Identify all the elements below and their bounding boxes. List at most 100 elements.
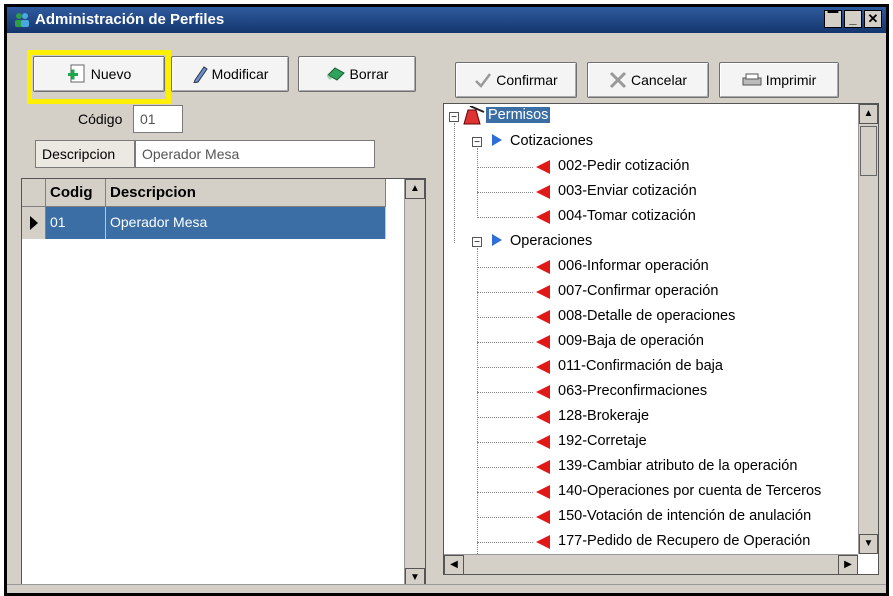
tree-horizontal-scrollbar[interactable]: ◀ ▶: [444, 554, 858, 574]
tree-line: [477, 292, 533, 293]
scroll-left-icon[interactable]: ◀: [444, 555, 464, 574]
codigo-label: Código: [78, 111, 123, 127]
collapse-toggle-operaciones[interactable]: −: [472, 237, 482, 248]
tree-line: [477, 517, 533, 518]
status-bar: [7, 584, 886, 593]
tree-item[interactable]: 011-Confirmación de baja: [558, 358, 723, 374]
collapse-toggle-root[interactable]: −: [449, 112, 459, 123]
codigo-column-header[interactable]: Codig: [46, 179, 106, 207]
modificar-button[interactable]: Modificar: [171, 56, 289, 92]
tree-item[interactable]: 128-Brokeraje: [558, 408, 649, 424]
permission-flag-icon: [536, 260, 550, 274]
tree-group-cotizaciones[interactable]: Cotizaciones: [510, 133, 593, 149]
profiles-window: Administración de Perfiles ▔ _ ✕ Nuevo M…: [4, 4, 889, 596]
tree-item[interactable]: 192-Corretaje: [558, 433, 647, 449]
collapse-toggle-cotizaciones[interactable]: −: [472, 137, 482, 148]
tree-line: [477, 217, 533, 218]
tree-line: [477, 267, 533, 268]
tree-line: [477, 342, 533, 343]
tree-item[interactable]: 063-Preconfirmaciones: [558, 383, 707, 399]
users-icon: [15, 13, 29, 27]
permission-flag-icon: [536, 510, 550, 524]
tree-item[interactable]: 004-Tomar cotización: [558, 208, 696, 224]
row-indicator: [22, 207, 46, 239]
printer-icon: [742, 73, 762, 86]
borrar-label: Borrar: [349, 66, 389, 82]
permission-flag-icon: [536, 285, 550, 299]
row-descripcion: Operador Mesa: [106, 207, 386, 239]
scroll-right-icon[interactable]: ▶: [838, 555, 858, 574]
row-codigo: 01: [46, 207, 106, 239]
tree-group-operaciones[interactable]: Operaciones: [510, 233, 592, 249]
tree-item[interactable]: 139-Cambiar atributo de la operación: [558, 458, 797, 474]
nuevo-button[interactable]: Nuevo: [33, 56, 165, 92]
scroll-down-icon[interactable]: ▼: [859, 534, 878, 554]
tree-item[interactable]: 007-Confirmar operación: [558, 283, 718, 299]
table-row[interactable]: 01 Operador Mesa: [22, 207, 386, 239]
new-document-icon: [67, 64, 85, 83]
restore-button[interactable]: ▔: [824, 10, 842, 28]
borrar-button[interactable]: Borrar: [298, 56, 416, 92]
tree-line: [477, 167, 533, 168]
pencil-icon: [193, 66, 208, 83]
window-title: Administración de Perfiles: [35, 11, 225, 28]
group-arrow-icon: [492, 134, 502, 146]
tree-item[interactable]: 003-Enviar cotización: [558, 183, 697, 199]
confirmar-label: Confirmar: [496, 72, 558, 88]
tree-item[interactable]: 177-Pedido de Recupero de Operación: [558, 533, 810, 549]
tree-vertical-scrollbar[interactable]: ▲ ▼: [858, 104, 878, 554]
permission-flag-icon: [536, 485, 550, 499]
permission-flag-icon: [536, 310, 550, 324]
permission-flag-icon: [536, 210, 550, 224]
permission-flag-icon: [536, 335, 550, 349]
close-button[interactable]: ✕: [864, 10, 882, 28]
tree-item[interactable]: 009-Baja de operación: [558, 333, 704, 349]
scroll-up-icon[interactable]: ▲: [405, 179, 425, 199]
tree-line: [477, 467, 533, 468]
cancelar-label: Cancelar: [630, 72, 688, 88]
modificar-label: Modificar: [211, 66, 269, 82]
tree-line: [477, 367, 533, 368]
tree-item[interactable]: 006-Informar operación: [558, 258, 709, 274]
permission-flag-icon: [536, 460, 550, 474]
permission-flag-icon: [536, 435, 550, 449]
tree-line: [477, 417, 533, 418]
tree-line: [477, 192, 533, 193]
tree-line: [454, 123, 455, 243]
scroll-thumb[interactable]: [860, 126, 877, 176]
tree-line: [477, 542, 533, 543]
grid-scrollbar[interactable]: ▲ ▼: [404, 179, 425, 588]
tree-line: [477, 392, 533, 393]
minimize-button[interactable]: _: [844, 10, 862, 28]
tree-line: [477, 442, 533, 443]
permissions-tree: − Permisos − Cotizaciones 002-Pedir coti…: [443, 103, 879, 575]
descripcion-label: Descripcion: [35, 140, 135, 168]
tree-root-permisos[interactable]: Permisos: [486, 107, 551, 123]
row-indicator-header: [22, 179, 46, 207]
descripcion-field[interactable]: Operador Mesa: [135, 140, 375, 168]
descripcion-column-header[interactable]: Descripcion: [106, 179, 386, 207]
tree-line: [477, 148, 478, 216]
permission-flag-icon: [536, 535, 550, 549]
scroll-up-icon[interactable]: ▲: [859, 104, 878, 124]
profiles-grid: Codig Descripcion 01 Operador Mesa ▲ ▼: [21, 178, 426, 589]
permission-flag-icon: [536, 385, 550, 399]
codigo-field[interactable]: 01: [133, 105, 183, 133]
title-bar: Administración de Perfiles ▔ _ ✕: [7, 7, 886, 33]
permission-flag-icon: [536, 410, 550, 424]
nuevo-label: Nuevo: [90, 66, 132, 82]
permission-flag-icon: [536, 185, 550, 199]
tree-item[interactable]: 008-Detalle de operaciones: [558, 308, 735, 324]
tree-item[interactable]: 150-Votación de intención de anulación: [558, 508, 811, 524]
tree-line: [477, 492, 533, 493]
confirmar-button[interactable]: Confirmar: [455, 62, 577, 98]
imprimir-button[interactable]: Imprimir: [719, 62, 839, 98]
permissions-root-icon: [463, 106, 485, 125]
cancel-x-icon: [609, 71, 627, 89]
tree-item[interactable]: 140-Operaciones por cuenta de Terceros: [558, 483, 821, 499]
group-arrow-icon: [492, 234, 502, 246]
eraser-icon: [326, 67, 345, 81]
tree-item[interactable]: 002-Pedir cotización: [558, 158, 689, 174]
cancelar-button[interactable]: Cancelar: [587, 62, 709, 98]
permission-flag-icon: [536, 160, 550, 174]
